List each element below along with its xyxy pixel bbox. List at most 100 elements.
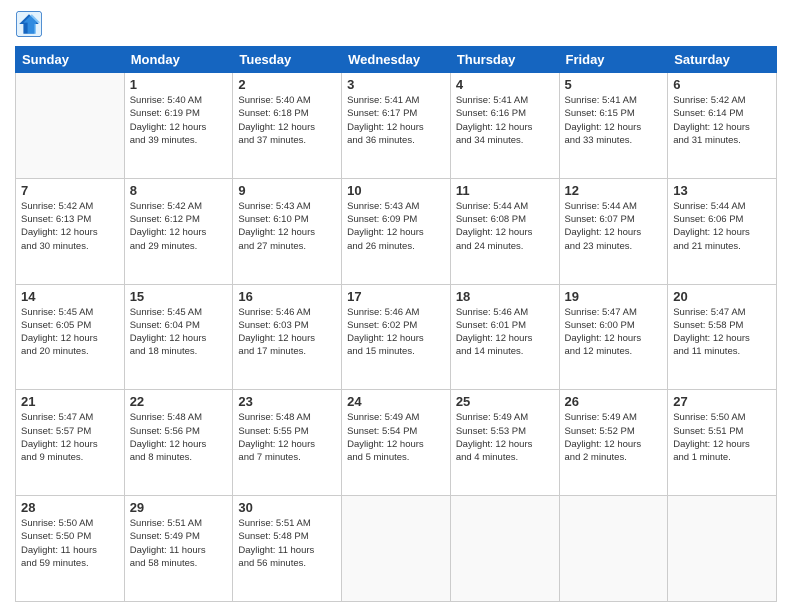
calendar-cell: 16Sunrise: 5:46 AM Sunset: 6:03 PM Dayli… <box>233 284 342 390</box>
weekday-header-wednesday: Wednesday <box>342 47 451 73</box>
calendar-cell: 8 Sunrise: 5:42 AM Sunset: 6:12 PM Daylig… <box>124 178 233 284</box>
day-number: 3 <box>347 77 445 92</box>
week-row-5: 28 Sunrise: 5:50 AM Sunset: 5:50 PM Dayli… <box>16 496 777 602</box>
page: SundayMondayTuesdayWednesdayThursdayFrid… <box>0 0 792 612</box>
calendar-cell <box>342 496 451 602</box>
calendar-cell: 9 Sunrise: 5:43 AM Sunset: 6:10 PM Daylig… <box>233 178 342 284</box>
weekday-header-monday: Monday <box>124 47 233 73</box>
day-info: Sunrise: 5:46 AM Sunset: 6:03 PM Dayligh… <box>238 306 336 359</box>
day-info: Sunrise: 5:50 AM Sunset: 5:51 PM Dayligh… <box>673 411 771 464</box>
day-info: Sunrise: 5:47 AM Sunset: 5:58 PM Dayligh… <box>673 306 771 359</box>
calendar-cell: 5 Sunrise: 5:41 AM Sunset: 6:15 PM Daylig… <box>559 73 668 179</box>
day-info: Sunrise: 5:48 AM Sunset: 5:55 PM Dayligh… <box>238 411 336 464</box>
weekday-header-tuesday: Tuesday <box>233 47 342 73</box>
calendar-cell: 22 Sunrise: 5:48 AM Sunset: 5:56 PM Dayli… <box>124 390 233 496</box>
day-number: 14 <box>21 289 119 304</box>
calendar-cell: 26 Sunrise: 5:49 AM Sunset: 5:52 PM Dayli… <box>559 390 668 496</box>
weekday-header-friday: Friday <box>559 47 668 73</box>
calendar-cell: 21Sunrise: 5:47 AM Sunset: 5:57 PM Dayli… <box>16 390 125 496</box>
day-info: Sunrise: 5:42 AM Sunset: 6:12 PM Dayligh… <box>130 200 228 253</box>
day-info: Sunrise: 5:44 AM Sunset: 6:06 PM Dayligh… <box>673 200 771 253</box>
calendar-cell: 28 Sunrise: 5:50 AM Sunset: 5:50 PM Dayli… <box>16 496 125 602</box>
day-number: 24 <box>347 394 445 409</box>
calendar-cell: 17 Sunrise: 5:46 AM Sunset: 6:02 PM Dayli… <box>342 284 451 390</box>
calendar-cell <box>559 496 668 602</box>
day-info: Sunrise: 5:49 AM Sunset: 5:52 PM Dayligh… <box>565 411 663 464</box>
day-number: 29 <box>130 500 228 515</box>
calendar-cell: 1 Sunrise: 5:40 AM Sunset: 6:19 PM Daylig… <box>124 73 233 179</box>
day-info: Sunrise: 5:42 AM Sunset: 6:13 PM Dayligh… <box>21 200 119 253</box>
day-number: 13 <box>673 183 771 198</box>
day-info: Sunrise: 5:41 AM Sunset: 6:16 PM Dayligh… <box>456 94 554 147</box>
weekday-header-saturday: Saturday <box>668 47 777 73</box>
day-number: 23 <box>238 394 336 409</box>
calendar-cell: 4 Sunrise: 5:41 AM Sunset: 6:16 PM Daylig… <box>450 73 559 179</box>
day-number: 7 <box>21 183 119 198</box>
calendar-cell: 18 Sunrise: 5:46 AM Sunset: 6:01 PM Dayli… <box>450 284 559 390</box>
day-number: 15 <box>130 289 228 304</box>
day-info: Sunrise: 5:45 AM Sunset: 6:05 PM Dayligh… <box>21 306 119 359</box>
day-info: Sunrise: 5:43 AM Sunset: 6:10 PM Dayligh… <box>238 200 336 253</box>
day-number: 10 <box>347 183 445 198</box>
day-info: Sunrise: 5:47 AM Sunset: 6:00 PM Dayligh… <box>565 306 663 359</box>
day-number: 5 <box>565 77 663 92</box>
day-info: Sunrise: 5:46 AM Sunset: 6:01 PM Dayligh… <box>456 306 554 359</box>
day-info: Sunrise: 5:43 AM Sunset: 6:09 PM Dayligh… <box>347 200 445 253</box>
calendar-cell: 15 Sunrise: 5:45 AM Sunset: 6:04 PM Dayli… <box>124 284 233 390</box>
day-number: 19 <box>565 289 663 304</box>
day-info: Sunrise: 5:51 AM Sunset: 5:49 PM Dayligh… <box>130 517 228 570</box>
day-number: 2 <box>238 77 336 92</box>
calendar-cell: 7 Sunrise: 5:42 AM Sunset: 6:13 PM Daylig… <box>16 178 125 284</box>
calendar-cell: 2 Sunrise: 5:40 AM Sunset: 6:18 PM Daylig… <box>233 73 342 179</box>
day-info: Sunrise: 5:51 AM Sunset: 5:48 PM Dayligh… <box>238 517 336 570</box>
calendar-cell: 14 Sunrise: 5:45 AM Sunset: 6:05 PM Dayli… <box>16 284 125 390</box>
day-info: Sunrise: 5:40 AM Sunset: 6:18 PM Dayligh… <box>238 94 336 147</box>
day-number: 9 <box>238 183 336 198</box>
calendar-cell <box>16 73 125 179</box>
day-number: 4 <box>456 77 554 92</box>
calendar: SundayMondayTuesdayWednesdayThursdayFrid… <box>15 46 777 602</box>
week-row-2: 7 Sunrise: 5:42 AM Sunset: 6:13 PM Daylig… <box>16 178 777 284</box>
calendar-cell: 27 Sunrise: 5:50 AM Sunset: 5:51 PM Dayli… <box>668 390 777 496</box>
calendar-cell: 10 Sunrise: 5:43 AM Sunset: 6:09 PM Dayli… <box>342 178 451 284</box>
calendar-cell <box>450 496 559 602</box>
day-number: 22 <box>130 394 228 409</box>
day-info: Sunrise: 5:44 AM Sunset: 6:07 PM Dayligh… <box>565 200 663 253</box>
day-number: 20 <box>673 289 771 304</box>
day-info: Sunrise: 5:50 AM Sunset: 5:50 PM Dayligh… <box>21 517 119 570</box>
day-info: Sunrise: 5:49 AM Sunset: 5:54 PM Dayligh… <box>347 411 445 464</box>
day-number: 6 <box>673 77 771 92</box>
day-number: 28 <box>21 500 119 515</box>
calendar-cell: 20 Sunrise: 5:47 AM Sunset: 5:58 PM Dayli… <box>668 284 777 390</box>
day-number: 11 <box>456 183 554 198</box>
week-row-1: 1 Sunrise: 5:40 AM Sunset: 6:19 PM Daylig… <box>16 73 777 179</box>
day-info: Sunrise: 5:40 AM Sunset: 6:19 PM Dayligh… <box>130 94 228 147</box>
logo <box>15 10 47 38</box>
calendar-cell: 13 Sunrise: 5:44 AM Sunset: 6:06 PM Dayli… <box>668 178 777 284</box>
day-number: 30 <box>238 500 336 515</box>
day-number: 17 <box>347 289 445 304</box>
calendar-cell: 23 Sunrise: 5:48 AM Sunset: 5:55 PM Dayli… <box>233 390 342 496</box>
day-info: Sunrise: 5:48 AM Sunset: 5:56 PM Dayligh… <box>130 411 228 464</box>
logo-icon <box>15 10 43 38</box>
day-number: 8 <box>130 183 228 198</box>
day-number: 1 <box>130 77 228 92</box>
week-row-3: 14 Sunrise: 5:45 AM Sunset: 6:05 PM Dayli… <box>16 284 777 390</box>
day-info: Sunrise: 5:42 AM Sunset: 6:14 PM Dayligh… <box>673 94 771 147</box>
calendar-cell: 25Sunrise: 5:49 AM Sunset: 5:53 PM Dayli… <box>450 390 559 496</box>
day-number: 21 <box>21 394 119 409</box>
day-info: Sunrise: 5:41 AM Sunset: 6:17 PM Dayligh… <box>347 94 445 147</box>
day-number: 27 <box>673 394 771 409</box>
calendar-cell <box>668 496 777 602</box>
day-info: Sunrise: 5:49 AM Sunset: 5:53 PM Dayligh… <box>456 411 554 464</box>
day-info: Sunrise: 5:41 AM Sunset: 6:15 PM Dayligh… <box>565 94 663 147</box>
calendar-cell: 24 Sunrise: 5:49 AM Sunset: 5:54 PM Dayli… <box>342 390 451 496</box>
calendar-cell: 3 Sunrise: 5:41 AM Sunset: 6:17 PM Daylig… <box>342 73 451 179</box>
calendar-cell: 19 Sunrise: 5:47 AM Sunset: 6:00 PM Dayli… <box>559 284 668 390</box>
day-number: 26 <box>565 394 663 409</box>
day-number: 18 <box>456 289 554 304</box>
day-info: Sunrise: 5:46 AM Sunset: 6:02 PM Dayligh… <box>347 306 445 359</box>
weekday-header-thursday: Thursday <box>450 47 559 73</box>
day-info: Sunrise: 5:45 AM Sunset: 6:04 PM Dayligh… <box>130 306 228 359</box>
day-number: 12 <box>565 183 663 198</box>
